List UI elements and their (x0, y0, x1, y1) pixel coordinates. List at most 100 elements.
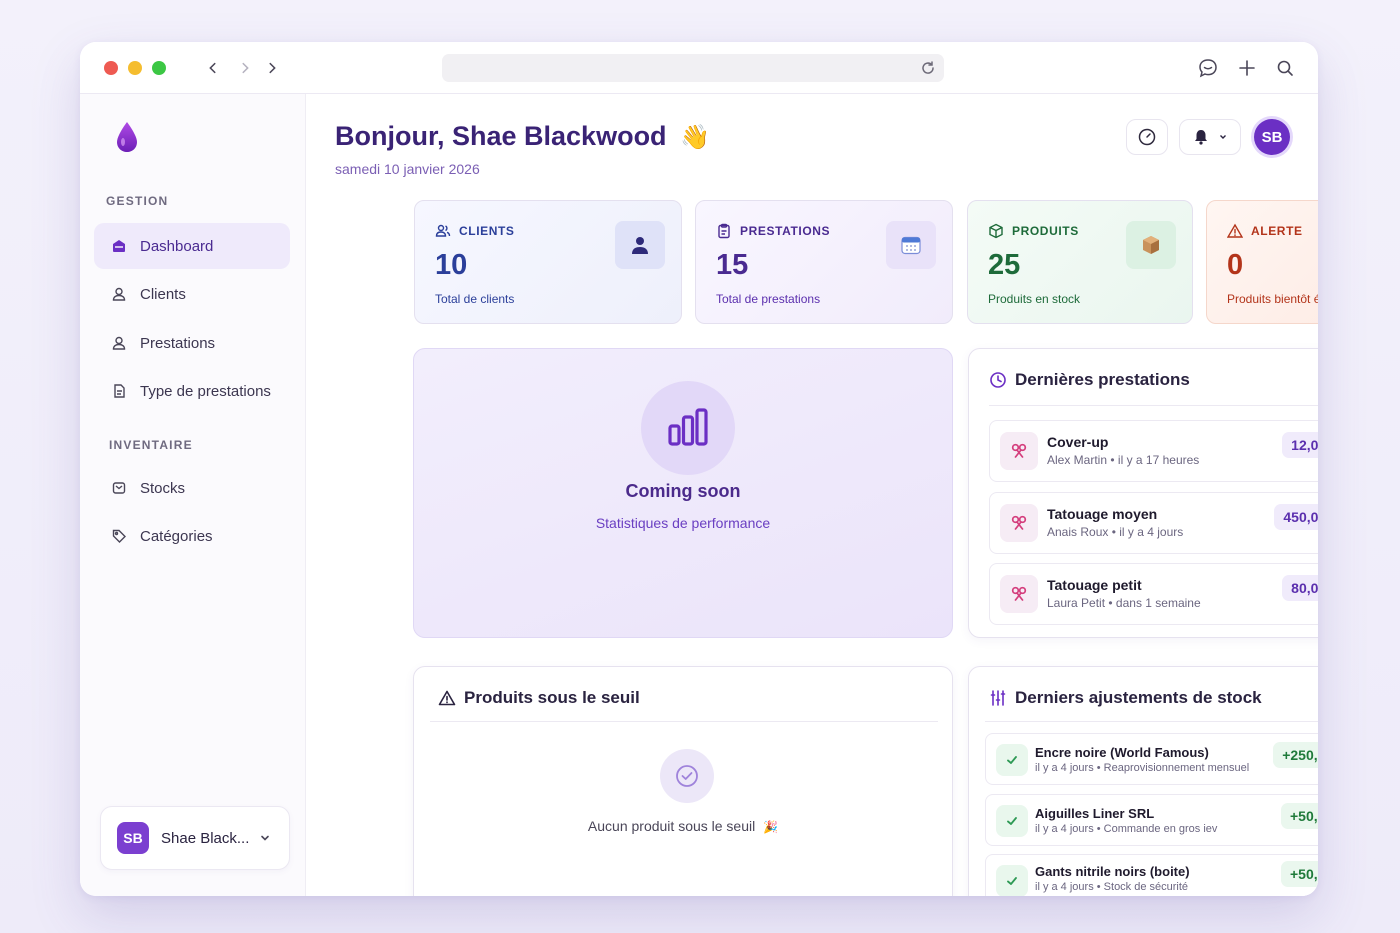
avatar[interactable]: SB (1254, 119, 1290, 155)
check-icon (996, 865, 1028, 896)
adjustment-title: Encre noire (World Famous) (1035, 745, 1209, 760)
minimize-window-button[interactable] (128, 61, 142, 75)
stat-card-prestations[interactable]: PRESTATIONS 15 Total de prestations (695, 200, 953, 324)
adjustment-note: Stock de sécurité (1103, 881, 1189, 893)
sidebar-item-label: Type de prestations (140, 382, 271, 400)
divider (985, 721, 1318, 722)
party-emoji: 🎉 (763, 820, 779, 834)
panel-title: Derniers ajustements de stock (1015, 688, 1262, 707)
address-bar[interactable] (442, 54, 944, 82)
users-icon (435, 224, 451, 237)
cube-icon (989, 223, 1003, 239)
adjustment-note: Commande en gros iev (1103, 823, 1218, 835)
ribbon-icon (1000, 432, 1038, 470)
stat-card-alerte[interactable]: ALERTE 0 Produits bientôt épuisés (1206, 200, 1318, 324)
divider (989, 405, 1318, 406)
panel-title: Produits sous le seuil (464, 688, 640, 707)
main-content: Bonjour, Shae Blackwood 👋 samedi 10 janv… (306, 94, 1318, 896)
list-item[interactable]: Aiguilles Liner SRL il y a 4 jours • Com… (985, 794, 1318, 846)
stat-label: PRESTATIONS (740, 224, 831, 238)
sidebar-item-dashboard[interactable]: Dashboard (94, 223, 290, 269)
adjustment-title: Gants nitrile noirs (boite) (1035, 864, 1190, 879)
sidebar: GESTION Dashboard Clients Prestations Ty… (80, 94, 306, 896)
sidebar-item-label: Prestations (140, 334, 216, 352)
warning-icon (1227, 223, 1243, 238)
user-name: Shae Black... (161, 829, 250, 847)
amount-badge: +250,00€ (1273, 742, 1318, 768)
dashboard-speed-button[interactable] (1126, 119, 1168, 155)
adjustment-note: Reaprovisionnement mensuel (1103, 762, 1250, 774)
empty-state-text: Aucun produit sous le seuil (587, 818, 756, 834)
user-menu-button[interactable]: SB Shae Black... (100, 806, 290, 870)
chevron-right-icon[interactable] (234, 56, 256, 80)
user-icon (110, 285, 128, 303)
dashboard-icon (110, 237, 128, 255)
sidebar-item-categories[interactable]: Catégories (94, 513, 290, 559)
prestation-title: Cover-up (1047, 434, 1109, 450)
sidebar-item-label: Catégories (140, 527, 213, 545)
check-icon (996, 805, 1028, 837)
relative-time: dans 1 semaine (1115, 596, 1201, 610)
reload-icon[interactable] (920, 60, 936, 76)
sidebar-item-stocks[interactable]: Stocks (94, 465, 290, 511)
chevron-left-icon[interactable] (202, 56, 224, 80)
plus-icon[interactable] (1236, 57, 1258, 79)
price-badge: 80,00€ (1282, 575, 1318, 601)
list-item[interactable]: Encre noire (World Famous) il y a 4 jour… (985, 733, 1318, 785)
relative-time: il y a 4 jours (1119, 525, 1184, 539)
low-stock-panel: Produits sous le seuil Aucun produit sou… (413, 666, 953, 896)
sidebar-item-clients[interactable]: Clients (94, 271, 290, 317)
bell-icon (1195, 130, 1207, 145)
relative-time: il y a 17 heures (1117, 453, 1200, 467)
stat-card-produits[interactable]: PRODUITS 25 Produits en stock (967, 200, 1193, 324)
client-name: Laura Petit (1047, 596, 1106, 610)
notifications-button[interactable] (1179, 119, 1241, 155)
chevron-down-icon (1220, 135, 1226, 139)
sliders-icon (990, 690, 1006, 706)
chat-icon[interactable] (1197, 57, 1219, 79)
stat-subtitle: Produits en stock (988, 292, 1081, 306)
list-item[interactable]: Cover-up Alex Martin • il y a 17 heures … (989, 420, 1318, 482)
sidebar-item-label: Dashboard (140, 237, 214, 255)
stat-value: 0 (1227, 249, 1244, 281)
stat-subtitle: Total de clients (435, 292, 515, 306)
chevron-right-icon[interactable] (261, 56, 283, 80)
browser-titlebar (80, 42, 1318, 94)
stat-card-clients[interactable]: CLIENTS 10 Total de clients (414, 200, 682, 324)
list-item[interactable]: Gants nitrile noirs (boite) il y a 4 jou… (985, 854, 1318, 896)
divider (430, 721, 938, 722)
warning-icon (438, 690, 456, 706)
user-icon (615, 221, 665, 269)
prestation-title: Tatouage petit (1047, 577, 1142, 593)
package-icon (1126, 221, 1176, 269)
relative-time: il y a 4 jours (1035, 762, 1094, 774)
stat-label: ALERTE (1251, 224, 1303, 238)
sidebar-item-type-prestations[interactable]: Type de prestations (94, 368, 290, 414)
gauge-icon (1138, 128, 1156, 146)
check-icon (996, 744, 1028, 776)
price-badge: 12,00€ (1282, 432, 1318, 458)
ribbon-icon (1000, 504, 1038, 542)
coming-soon-card: Coming soon Statistiques de performance (413, 348, 953, 638)
sidebar-item-prestations[interactable]: Prestations (94, 320, 290, 366)
close-window-button[interactable] (104, 61, 118, 75)
browser-window: GESTION Dashboard Clients Prestations Ty… (80, 42, 1318, 896)
tag-icon (110, 527, 128, 545)
relative-time: il y a 4 jours (1035, 881, 1094, 893)
panel-title: Dernières prestations (1015, 370, 1190, 389)
clipboard-icon (718, 223, 730, 239)
list-item[interactable]: Tatouage petit Laura Petit • dans 1 sema… (989, 563, 1318, 625)
search-icon[interactable] (1274, 57, 1296, 79)
list-item[interactable]: Tatouage moyen Anais Roux • il y a 4 jou… (989, 492, 1318, 554)
client-name: Anais Roux (1047, 525, 1109, 539)
ink-drop-logo-icon[interactable] (114, 120, 140, 154)
maximize-window-button[interactable] (152, 61, 166, 75)
stat-subtitle: Produits bientôt épuisés (1227, 292, 1318, 306)
adjustment-title: Aiguilles Liner SRL (1035, 806, 1155, 821)
check-circle-icon (660, 749, 714, 803)
recent-prestations-panel: Dernières prestations Cover-up Alex Mart… (968, 348, 1318, 638)
section-label-inventaire: INVENTAIRE (109, 438, 193, 452)
clock-icon (990, 372, 1006, 388)
greeting-text: Bonjour, Shae Blackwood (335, 121, 667, 151)
page-title: Bonjour, Shae Blackwood 👋 (335, 121, 710, 152)
